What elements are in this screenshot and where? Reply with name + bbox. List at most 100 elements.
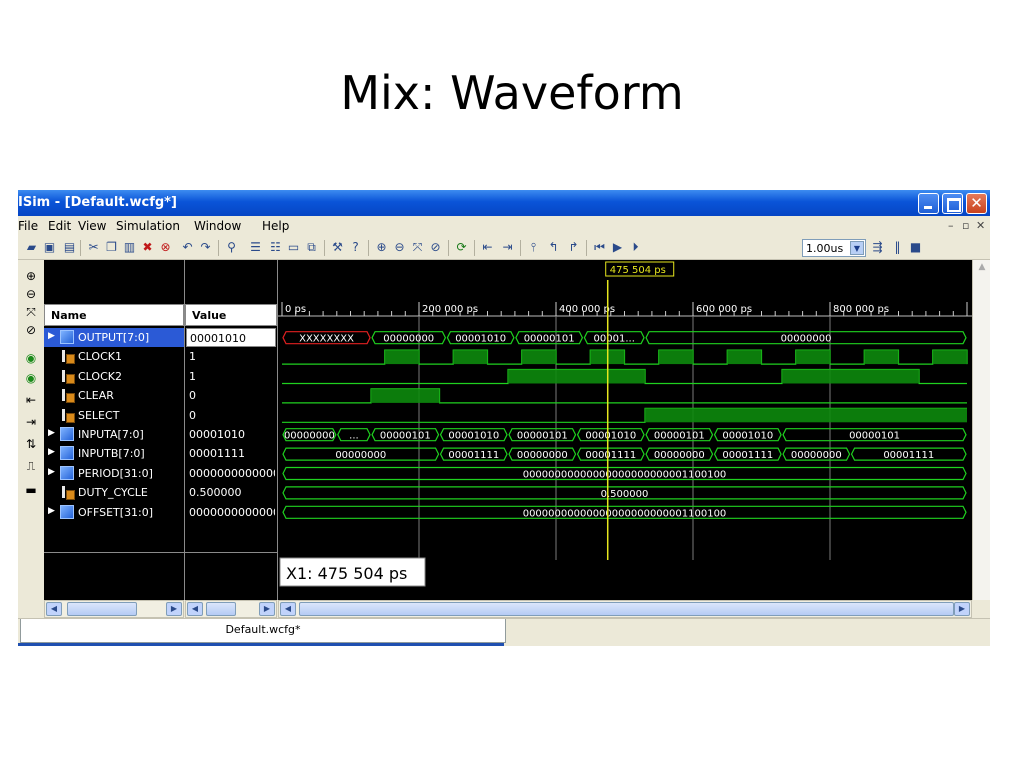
signal-row[interactable]: ▶ INPUTB[7:0]	[44, 444, 184, 463]
expand-arrow-icon[interactable]: ▶	[48, 506, 55, 516]
scroll-thumb[interactable]	[206, 602, 236, 616]
mdi-minimize-icon[interactable]: –	[948, 219, 954, 232]
signal-row[interactable]: ▶ PERIOD[31:0]	[44, 464, 184, 483]
tile-vertical-icon[interactable]: ☷	[268, 240, 283, 255]
signal-row[interactable]: SELECT	[44, 406, 184, 425]
bit-high-region	[521, 350, 556, 365]
signal-row[interactable]: ▶ INPUTA[7:0]	[44, 425, 184, 444]
divider-icon[interactable]: ▬	[23, 482, 39, 498]
go-end-icon[interactable]: ◉	[23, 370, 39, 386]
close-icon: ✕	[970, 194, 983, 212]
refresh-icon[interactable]: ⟳	[454, 240, 469, 255]
zoom-in-icon[interactable]: ⊕	[374, 240, 389, 255]
signal-name: PERIOD[31:0]	[78, 466, 153, 480]
scroll-right-icon[interactable]: ▶	[259, 602, 275, 616]
name-hscrollbar[interactable]: ◀ ▶	[44, 600, 184, 618]
delete-icon[interactable]: ✖	[140, 240, 155, 255]
add-marker-icon[interactable]: ⫯	[526, 240, 541, 255]
find-icon[interactable]: ⚲	[224, 240, 239, 255]
zoom-out-icon[interactable]: ⊖	[392, 240, 407, 255]
chevron-down-icon[interactable]: ▼	[850, 241, 864, 255]
run-time-select[interactable]: 1.00us ▼	[802, 239, 866, 257]
zoom-cursor-icon[interactable]: ⊘	[23, 322, 39, 338]
scroll-left-icon[interactable]: ◀	[46, 602, 62, 616]
redo-icon[interactable]: ↷	[198, 240, 213, 255]
print-icon[interactable]: ▤	[62, 240, 77, 255]
zoom-cursor-icon[interactable]: ⊘	[428, 240, 443, 255]
signal-row[interactable]: DUTY_CYCLE	[44, 483, 184, 502]
previous-marker-icon[interactable]: ↰	[546, 240, 561, 255]
open-folder-icon[interactable]: ▰	[24, 240, 39, 255]
menu-edit[interactable]: Edit	[48, 219, 71, 233]
bus-value-label: 00000101	[517, 431, 568, 442]
menu-file[interactable]: File	[18, 219, 38, 233]
signal-row[interactable]: CLEAR	[44, 386, 184, 405]
menu-view[interactable]: View	[78, 219, 106, 233]
menu-help[interactable]: Help	[262, 219, 289, 233]
menu-simulation[interactable]: Simulation	[116, 219, 180, 233]
expand-arrow-icon[interactable]: ▶	[48, 428, 55, 438]
tab-default-wcfg[interactable]: Default.wcfg*	[20, 619, 506, 643]
scroll-up-icon[interactable]: ▲	[975, 262, 989, 276]
next-marker-icon[interactable]: ↱	[566, 240, 581, 255]
copy-icon[interactable]: ❐	[104, 240, 119, 255]
bit-high-region	[795, 350, 830, 365]
pause-icon[interactable]: ‖	[890, 240, 905, 255]
window-icon[interactable]: ▭	[286, 240, 301, 255]
restart-icon[interactable]: ⏮	[592, 240, 607, 255]
value-hscrollbar[interactable]: ◀ ▶	[185, 600, 277, 618]
zoom-in-icon[interactable]: ⊕	[23, 268, 39, 284]
expand-arrow-icon[interactable]: ▶	[48, 467, 55, 477]
waveform-canvas[interactable]: 0 ps 200 000 ps 400 000 ps 600 000 ps 800 00…	[278, 260, 972, 600]
expand-arrow-icon[interactable]: ▶	[48, 331, 55, 341]
signal-row[interactable]: ▶ OFFSET[31:0]	[44, 503, 184, 522]
previous-transition-icon[interactable]: ⇤	[480, 240, 495, 255]
snap-icon[interactable]: ⎍	[23, 458, 39, 474]
isim-window: ISim - [Default.wcfg*] ✕ File Edit View …	[18, 190, 990, 646]
run-all-icon[interactable]: ▶	[610, 240, 625, 255]
scroll-thumb[interactable]	[299, 602, 954, 616]
minimize-button[interactable]	[918, 193, 939, 214]
go-start-icon[interactable]: ◉	[23, 350, 39, 366]
scroll-thumb[interactable]	[67, 602, 137, 616]
next-transition-icon[interactable]: ⇥	[500, 240, 515, 255]
close-button[interactable]: ✕	[966, 193, 987, 214]
scroll-left-icon[interactable]: ◀	[280, 602, 296, 616]
next-transition-icon[interactable]: ⇥	[23, 414, 39, 430]
signal-row[interactable]: ▶ OUTPUT[7:0]	[44, 328, 184, 347]
swap-icon[interactable]: ⇅	[23, 436, 39, 452]
step-icon[interactable]: ⇶	[870, 240, 885, 255]
scroll-right-icon[interactable]: ▶	[954, 602, 970, 616]
wave-hscrollbar[interactable]: ◀ ▶	[278, 600, 972, 618]
zoom-fit-icon[interactable]: ⤧	[410, 240, 425, 255]
mdi-restore-icon[interactable]: ▫	[962, 219, 969, 232]
zoom-fit-icon[interactable]: ⤧	[23, 304, 39, 320]
expand-arrow-icon[interactable]: ▶	[48, 447, 55, 457]
cascade-icon[interactable]: ⧉	[304, 240, 319, 255]
scroll-right-icon[interactable]: ▶	[166, 602, 182, 616]
run-for-time-icon[interactable]: ⏵	[628, 240, 643, 255]
mdi-close-icon[interactable]: ✕	[976, 219, 985, 232]
maximize-button[interactable]	[942, 193, 963, 214]
zoom-out-icon[interactable]: ⊖	[23, 286, 39, 302]
menu-window[interactable]: Window	[194, 219, 241, 233]
window-titlebar[interactable]: ISim - [Default.wcfg*] ✕	[18, 190, 990, 216]
cut-icon[interactable]: ✂	[86, 240, 101, 255]
stop-icon[interactable]: ■	[908, 240, 923, 255]
save-icon[interactable]: ▣	[42, 240, 57, 255]
bus-value-label: 00000101	[849, 431, 900, 442]
waveform-panel[interactable]: 0 ps 200 000 ps 400 000 ps 600 000 ps 800 00…	[278, 260, 972, 600]
previous-transition-icon[interactable]: ⇤	[23, 392, 39, 408]
signal-row[interactable]: CLOCK1	[44, 347, 184, 366]
help-icon[interactable]: ?	[348, 240, 363, 255]
paste-icon[interactable]: ▥	[122, 240, 137, 255]
undo-icon[interactable]: ↶	[180, 240, 195, 255]
tile-horizontal-icon[interactable]: ☰	[248, 240, 263, 255]
delete-all-icon[interactable]: ⊗	[158, 240, 173, 255]
signal-row[interactable]: CLOCK2	[44, 367, 184, 386]
scroll-left-icon[interactable]: ◀	[187, 602, 203, 616]
properties-icon[interactable]: ⚒	[330, 240, 345, 255]
value-column-header[interactable]: Value	[185, 304, 277, 326]
name-column-header[interactable]: Name	[44, 304, 184, 326]
vertical-scrollbar[interactable]: ▲	[972, 260, 990, 600]
